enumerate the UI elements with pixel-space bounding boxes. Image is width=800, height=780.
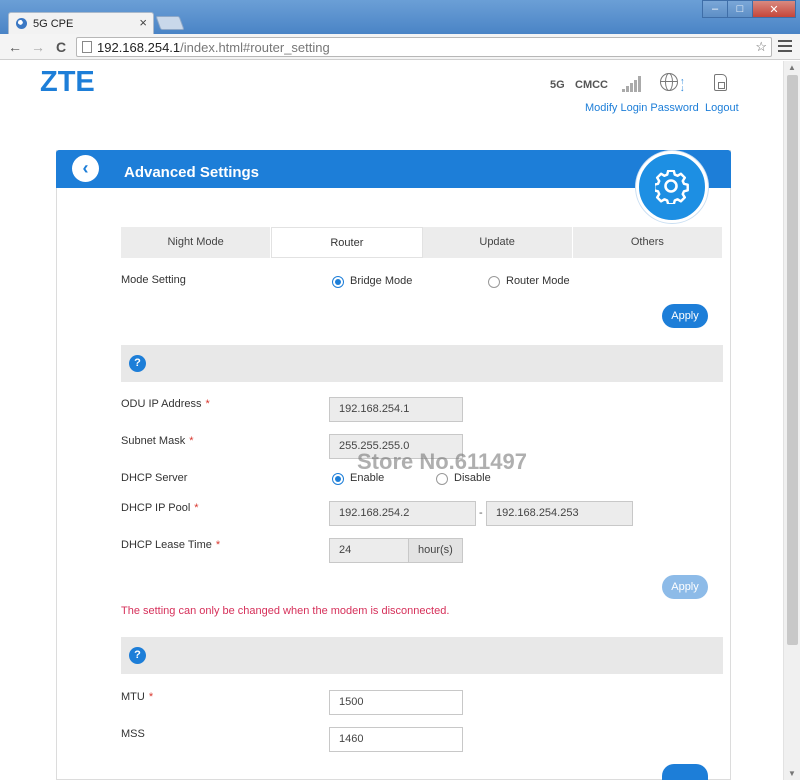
mtu-section-header: ? bbox=[121, 637, 723, 674]
internet-globe-icon bbox=[660, 73, 678, 91]
url-text[interactable]: 192.168.254.1/index.html#router_setting bbox=[97, 40, 330, 55]
bridge-mode-radio[interactable] bbox=[332, 276, 344, 288]
tab-night-mode[interactable]: Night Mode bbox=[121, 227, 272, 258]
dhcp-pool-start-field[interactable]: 192.168.254.2 bbox=[329, 501, 476, 526]
mss-label: MSS bbox=[121, 728, 145, 740]
help-icon[interactable]: ? bbox=[129, 355, 146, 372]
maximize-button[interactable]: □ bbox=[727, 0, 753, 18]
dhcp-lease-time-label: DHCP Lease Time * bbox=[121, 539, 221, 551]
dhcp-server-label: DHCP Server bbox=[121, 472, 188, 484]
lan-section-header: ? bbox=[121, 345, 723, 382]
tab-title: 5G CPE bbox=[33, 18, 74, 30]
back-arrow-icon[interactable]: ← bbox=[6, 38, 24, 56]
close-window-button[interactable]: ✕ bbox=[752, 0, 796, 18]
network-type: 5G bbox=[550, 79, 565, 91]
mtu-field[interactable]: 1500 bbox=[329, 690, 463, 715]
gear-icon bbox=[655, 170, 689, 204]
mode-setting-label: Mode Setting bbox=[121, 274, 186, 286]
mtu-label: MTU * bbox=[121, 691, 154, 703]
dhcp-pool-end-field[interactable]: 192.168.254.253 bbox=[486, 501, 633, 526]
minimize-button[interactable]: – bbox=[702, 0, 728, 18]
dhcp-enable-radio[interactable] bbox=[332, 473, 344, 485]
data-transfer-icon: ↑ ↓ bbox=[680, 76, 685, 93]
store-watermark: Store No.611497 bbox=[357, 449, 527, 474]
help-icon[interactable]: ? bbox=[129, 647, 146, 664]
bridge-mode-label: Bridge Mode bbox=[350, 275, 413, 287]
tab-close-icon[interactable]: × bbox=[139, 15, 147, 30]
dhcp-ip-pool-label: DHCP IP Pool * bbox=[121, 502, 199, 514]
page-title: Advanced Settings bbox=[124, 164, 260, 181]
sim-card-icon bbox=[714, 74, 727, 91]
forward-arrow-icon[interactable]: → bbox=[29, 38, 47, 56]
lan-apply-button[interactable]: Apply bbox=[662, 575, 708, 599]
tab-router[interactable]: Router bbox=[271, 227, 423, 258]
scroll-thumb[interactable] bbox=[787, 75, 798, 645]
browser-toolbar: ← → C 192.168.254.1/index.html#router_se… bbox=[0, 34, 800, 60]
router-mode-radio[interactable] bbox=[488, 276, 500, 288]
favicon-icon bbox=[16, 18, 27, 29]
odu-ip-label: ODU IP Address * bbox=[121, 398, 210, 410]
lease-time-unit: hour(s) bbox=[408, 538, 463, 563]
scroll-down-icon[interactable]: ▼ bbox=[788, 769, 796, 778]
dhcp-lease-time-field[interactable]: 24 bbox=[329, 538, 409, 563]
mode-apply-button[interactable]: Apply bbox=[662, 304, 708, 328]
back-button[interactable]: ‹ bbox=[72, 155, 99, 182]
signal-strength-icon bbox=[622, 74, 642, 92]
router-mode-label: Router Mode bbox=[506, 275, 570, 287]
page-icon bbox=[82, 41, 92, 53]
browser-tab[interactable]: 5G CPE × bbox=[8, 12, 154, 34]
bookmark-star-icon[interactable]: ☆ bbox=[755, 39, 767, 55]
page-scrollbar[interactable]: ▲ ▼ bbox=[783, 61, 800, 780]
tab-others[interactable]: Others bbox=[573, 227, 723, 258]
zte-logo: ZTE bbox=[40, 66, 95, 98]
disconnect-warning: The setting can only be changed when the… bbox=[121, 605, 450, 617]
odu-ip-field[interactable]: 192.168.254.1 bbox=[329, 397, 463, 422]
logout-link[interactable]: Logout bbox=[705, 102, 739, 114]
settings-tabs: Night Mode Router Update Others bbox=[121, 227, 723, 258]
window-controls: – □ ✕ bbox=[702, 0, 796, 18]
modify-password-link[interactable]: Modify Login Password bbox=[585, 102, 699, 114]
mss-field[interactable]: 1460 bbox=[329, 727, 463, 752]
address-bar[interactable]: 192.168.254.1/index.html#router_setting … bbox=[76, 37, 772, 57]
reload-icon[interactable]: C bbox=[52, 38, 70, 56]
operator-name: CMCC bbox=[575, 79, 608, 91]
mtu-apply-button[interactable] bbox=[662, 764, 708, 780]
subnet-mask-label: Subnet Mask * bbox=[121, 435, 194, 447]
pool-range-separator: - bbox=[479, 507, 483, 519]
menu-icon[interactable] bbox=[778, 40, 792, 54]
browser-titlebar: 5G CPE × – □ ✕ bbox=[0, 0, 800, 34]
settings-badge bbox=[636, 151, 708, 223]
tab-update[interactable]: Update bbox=[423, 227, 573, 258]
new-tab-button[interactable] bbox=[155, 16, 185, 30]
scroll-up-icon[interactable]: ▲ bbox=[788, 63, 796, 72]
